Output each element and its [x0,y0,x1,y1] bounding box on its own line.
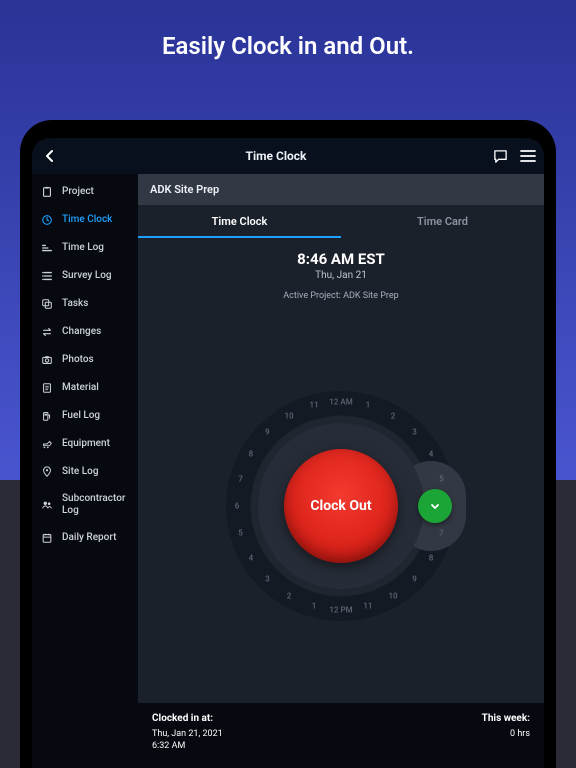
sidebar-item-photos[interactable]: Photos [32,346,138,374]
dial-hour-label: 12 PM [329,605,352,614]
sidebar-item-label: Time Clock [62,214,130,226]
sidebar-item-tasks[interactable]: Tasks [32,290,138,318]
dial-hour-label: 9 [265,428,270,437]
dial-hour-label: 5 [439,474,444,483]
dial-hour-label: 3 [412,428,417,437]
dial-hour-label: 5 [238,528,243,537]
tab-time-card[interactable]: Time Card [341,205,544,238]
sidebar-item-survey-log[interactable]: Survey Log [32,262,138,290]
equipment-icon [40,437,54,451]
marketing-headline: Easily Clock in and Out. [0,32,576,60]
list-icon [40,269,54,283]
dial-hour-label: 1 [366,401,371,410]
sidebar-item-label: Site Log [62,466,130,478]
sidebar-item-label: Tasks [62,298,130,310]
clock-out-button[interactable]: Clock Out [284,449,398,563]
menu-icon[interactable] [520,148,536,164]
pin-icon [40,465,54,479]
sidebar-item-label: Survey Log [62,270,130,282]
sidebar-item-subcontractor-log[interactable]: Subcontractor Log [32,486,138,524]
document-icon [40,381,54,395]
dial-hour-label: 4 [429,449,434,458]
sidebar-item-label: Project [62,186,130,198]
dial-hour-label: 2 [287,591,292,600]
clocked-in-time: 6:32 AM [152,740,223,752]
sidebar-item-label: Daily Report [62,532,130,544]
week-label: This week: [482,713,530,724]
expand-button[interactable] [418,489,452,523]
sidebar-item-site-log[interactable]: Site Log [32,458,138,486]
sidebar-item-fuel-log[interactable]: Fuel Log [32,402,138,430]
week-hours: 0 hrs [482,728,530,740]
current-date: Thu, Jan 21 [138,270,544,281]
current-time: 8:46 AM EST [138,250,544,268]
dial-hour-label: 3 [265,575,270,584]
dial-hour-label: 1 [312,602,317,611]
footer-summary: Clocked in at: Thu, Jan 21, 2021 6:32 AM… [138,703,544,768]
navbar: Time Clock [32,138,544,174]
bars-icon [40,241,54,255]
camera-icon [40,353,54,367]
active-project: Active Project: ADK Site Prep [138,291,544,301]
dial-hour-label: 11 [310,401,319,410]
sidebar-item-daily-report[interactable]: Daily Report [32,524,138,552]
calendar-icon [40,531,54,545]
back-button[interactable] [40,149,60,163]
dial-hour-label: 11 [363,602,372,611]
sidebar-item-label: Equipment [62,438,130,450]
chevron-down-icon [429,500,441,512]
dial-hour-label: 8 [249,449,254,458]
dial-hour-label: 8 [429,553,434,562]
dial-hour-label: 7 [238,474,243,483]
sidebar-item-label: Photos [62,354,130,366]
clock-dial: 12 AM123456789101112 PM1234567891011 Clo… [226,391,456,621]
project-bar[interactable]: ADK Site Prep [138,174,544,205]
dial-hour-label: 10 [284,411,293,420]
dial-hour-label: 6 [235,501,240,510]
tab-time-clock[interactable]: Time Clock [138,205,341,238]
clocked-in-date: Thu, Jan 21, 2021 [152,728,223,740]
sidebar-item-changes[interactable]: Changes [32,318,138,346]
fuel-icon [40,409,54,423]
sidebar-item-time-log[interactable]: Time Log [32,234,138,262]
sidebar: Project Time Clock Time Log Survey Log T [32,174,138,768]
clocked-in-label: Clocked in at: [152,713,223,724]
page-title: Time Clock [66,149,486,163]
stack-icon [40,297,54,311]
sidebar-item-label: Fuel Log [62,410,130,422]
sidebar-item-project[interactable]: Project [32,178,138,206]
dial-hour-label: 12 AM [329,397,352,406]
people-icon [40,498,54,512]
chat-icon[interactable] [492,148,508,164]
dial-hour-label: 7 [439,528,444,537]
swap-icon [40,325,54,339]
sidebar-item-material[interactable]: Material [32,374,138,402]
dial-hour-label: 4 [249,553,254,562]
sidebar-item-time-clock[interactable]: Time Clock [32,206,138,234]
sidebar-item-label: Changes [62,326,130,338]
dial-hour-label: 2 [391,411,396,420]
sidebar-item-equipment[interactable]: Equipment [32,430,138,458]
clock-icon [40,213,54,227]
tabs: Time Clock Time Card [138,205,544,238]
sidebar-item-label: Subcontractor Log [62,493,130,517]
sidebar-item-label: Material [62,382,130,394]
dial-hour-label: 10 [388,591,397,600]
clipboard-icon [40,185,54,199]
dial-hour-label: 9 [412,575,417,584]
sidebar-item-label: Time Log [62,242,130,254]
